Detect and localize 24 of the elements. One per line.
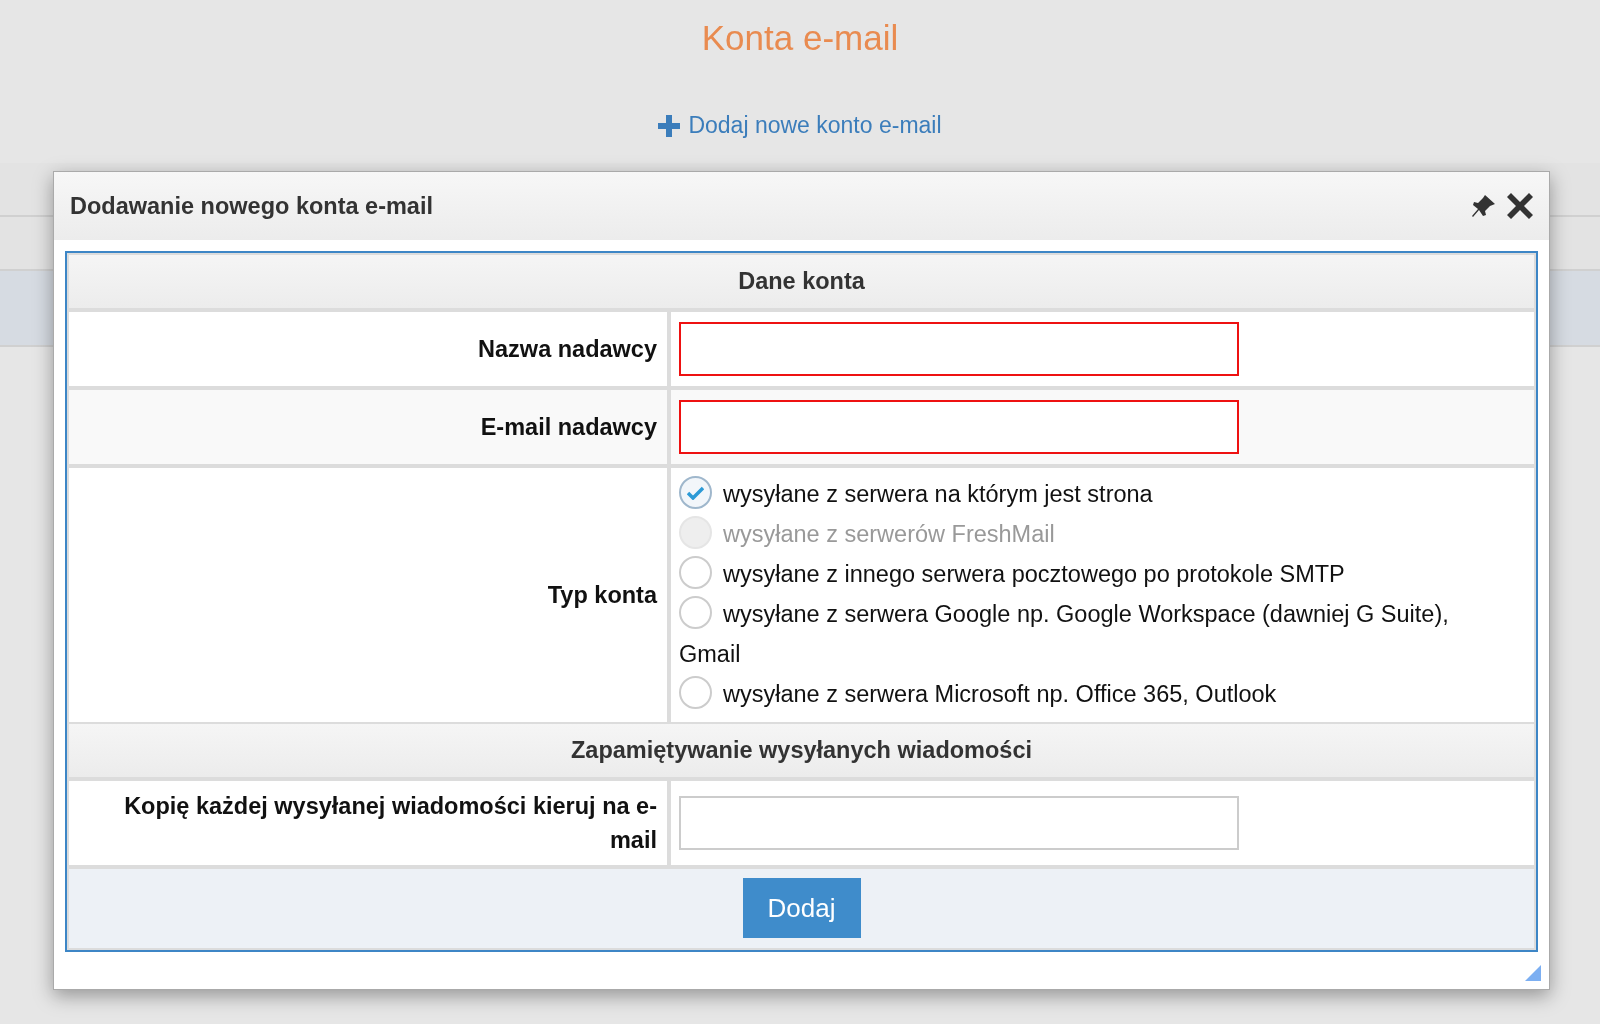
plus-icon	[658, 114, 681, 137]
dialog-title: Dodawanie nowego konta e-mail	[70, 192, 433, 220]
radio-option[interactable]: wysyłane z innego serwera pocztowego po protokole SMTP	[679, 554, 1526, 594]
page-title: Konta e-mail	[700, 17, 900, 59]
close-icon[interactable]	[1507, 193, 1533, 219]
field-label: E-mail nadawcy	[480, 413, 657, 442]
radio-button[interactable]	[679, 676, 712, 710]
check-icon	[687, 485, 704, 500]
radio-button[interactable]	[679, 556, 712, 590]
radio-button[interactable]	[679, 476, 712, 510]
input-field[interactable]	[679, 322, 1239, 376]
field-label: Kopię każdej wysyłanej wiadomości kieruj na e-mail	[123, 792, 657, 855]
radio-button[interactable]	[679, 596, 712, 630]
section-header: Zapamiętywanie wysyłanych wiadomości	[69, 724, 1534, 777]
radio-option[interactable]: wysyłane z serwera na którym jest strona	[679, 474, 1526, 514]
input-field[interactable]	[679, 400, 1239, 454]
field-label: Typ konta	[547, 581, 657, 610]
field-label: Nazwa nadawcy	[478, 335, 657, 364]
input-field[interactable]	[679, 796, 1239, 850]
radio-option[interactable]: wysyłane z serwera Microsoft np. Office 365, Outlook	[679, 674, 1526, 714]
add-button[interactable]: Dodaj	[742, 878, 861, 938]
pin-icon[interactable]	[1471, 193, 1497, 219]
resize-grip-icon[interactable]	[1525, 965, 1541, 981]
section-header: Dane konta	[69, 255, 1534, 308]
